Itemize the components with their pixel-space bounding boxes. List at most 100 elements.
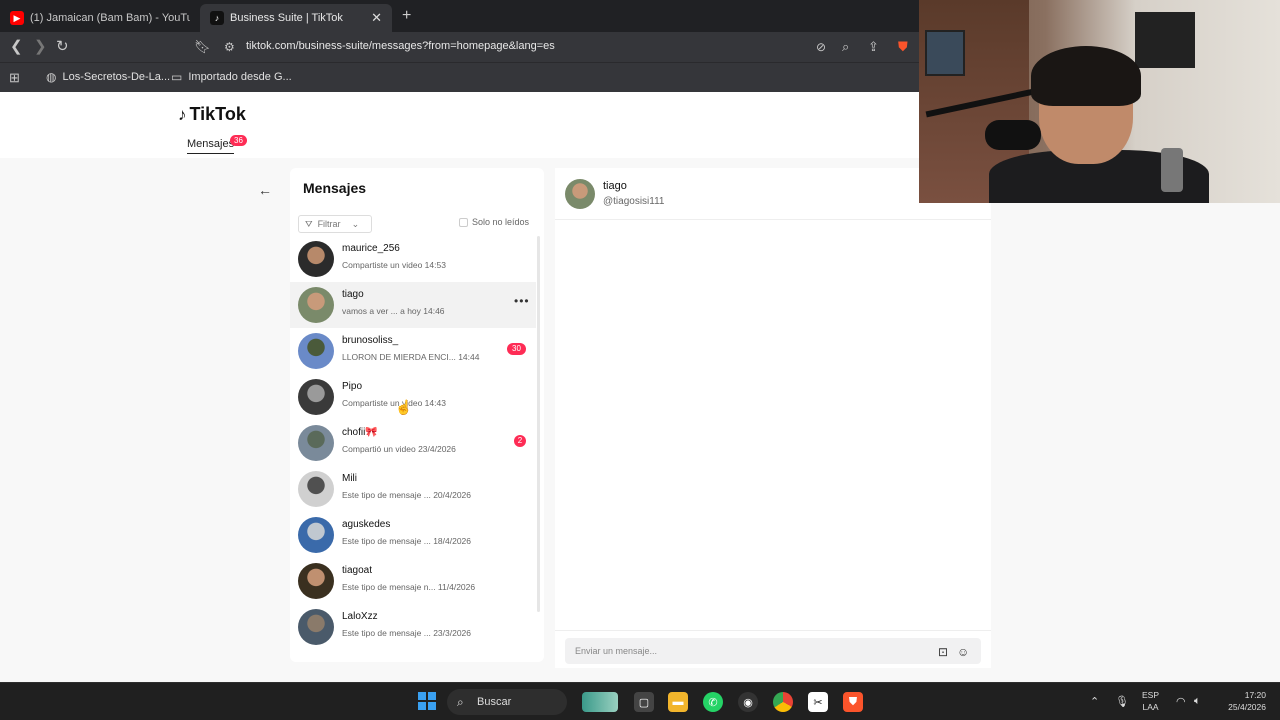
- brave-shield-icon[interactable]: ⛊: [898, 38, 908, 56]
- webcam-overlay: [919, 0, 1280, 203]
- back-icon[interactable]: ❮: [10, 38, 23, 56]
- mouse-cursor-icon: ☝: [395, 399, 413, 415]
- share-icon[interactable]: ⇪: [868, 38, 879, 56]
- chrome-icon[interactable]: [773, 692, 793, 712]
- reload-icon[interactable]: ↻: [56, 38, 69, 56]
- keyboard-layout: LAA: [1142, 702, 1159, 712]
- conversation-name: chofii🎀: [342, 427, 378, 438]
- conversation-name: Mili: [342, 473, 357, 484]
- brave-icon[interactable]: ⛊: [843, 692, 863, 712]
- wifi-icon[interactable]: ◠: [1176, 695, 1186, 708]
- tray-expand-icon[interactable]: ⌃: [1090, 695, 1099, 708]
- conversation-name: brunosoliss_: [342, 335, 399, 346]
- no-tracking-icon[interactable]: ⊘: [816, 38, 826, 56]
- conversation-preview: LLORON DE MIERDA ENCI... 14:44: [342, 352, 480, 362]
- taskbar-search[interactable]: ⌕ Buscar: [447, 689, 567, 715]
- conversation-name: aguskedes: [342, 519, 391, 530]
- youtube-icon: ▶: [10, 11, 24, 25]
- conversation-preview: Compartiste un video 14:53: [342, 260, 446, 270]
- conversation-preview: Este tipo de mensaje ... 18/4/2026: [342, 536, 472, 546]
- language-code: ESP: [1142, 690, 1160, 700]
- avatar: [298, 287, 334, 323]
- search-label: Buscar: [477, 696, 512, 708]
- tab-business-suite[interactable]: ♪ Business Suite | TikTok ✕: [200, 4, 392, 32]
- address-bar[interactable]: tiktok.com/business-suite/messages?from=…: [246, 40, 555, 52]
- whatsapp-icon[interactable]: ✆: [703, 692, 723, 712]
- clock-date: 25/4/2026: [1228, 702, 1266, 712]
- apps-grid-icon[interactable]: ⊞: [9, 69, 20, 87]
- avatar: [298, 379, 334, 415]
- obs-icon[interactable]: ◉: [738, 692, 758, 712]
- avatar: [298, 333, 334, 369]
- site-info-icon[interactable]: ⚙: [224, 38, 235, 56]
- clock-time: 17:20: [1244, 690, 1266, 700]
- message-input[interactable]: Enviar un mensaje...: [565, 638, 981, 664]
- conversation-preview: vamos a ver ... a hoy 14:46: [342, 306, 445, 316]
- nav-messages[interactable]: Mensajes: [187, 138, 235, 154]
- conversation-name: Pipo: [342, 381, 363, 392]
- conversation-preview: Compartiste un video 14:43: [342, 398, 446, 408]
- webcam-person-hair: [1031, 46, 1141, 106]
- file-explorer-icon[interactable]: ▬: [668, 692, 688, 712]
- avatar[interactable]: [565, 179, 595, 209]
- filter-dropdown[interactable]: ⛛ Filtrar ⌄: [298, 215, 372, 233]
- back-arrow-icon[interactable]: ←: [258, 182, 272, 198]
- tiktok-logo[interactable]: ♪ TikTok: [178, 104, 246, 125]
- tiktok-icon: ♪: [178, 104, 187, 124]
- divider: [555, 630, 991, 631]
- bookmark-folder[interactable]: ▭ Importado desde G...: [171, 70, 292, 84]
- webcam-bottle: [1161, 148, 1183, 192]
- bookmark-item[interactable]: ◍ Los-Secretos-De-La...: [46, 70, 170, 84]
- unread-label: Solo no leídos: [472, 217, 530, 227]
- unread-badge: 2: [514, 435, 526, 447]
- panel-title: Mensajes: [303, 180, 367, 196]
- conversations-scrollbar[interactable]: [537, 236, 540, 612]
- conversation-item[interactable]: chofii🎀 Compartió un video 23/4/2026 2: [290, 420, 536, 466]
- forward-icon[interactable]: ❯: [34, 38, 47, 56]
- conversation-item[interactable]: maurice_256 Compartiste un video 14:53: [290, 236, 536, 282]
- avatar: [298, 563, 334, 599]
- microphone-icon[interactable]: 🎙︎: [1115, 695, 1129, 708]
- nav-messages-badge: 36: [230, 135, 247, 146]
- chat-contact-name[interactable]: tiago: [603, 180, 627, 192]
- conversation-item[interactable]: aguskedes Este tipo de mensaje ... 18/4/2…: [290, 512, 536, 558]
- conversation-name: maurice_256: [342, 243, 400, 254]
- unread-only-toggle[interactable]: Solo no leídos: [459, 217, 529, 227]
- conversation-name: tiago: [342, 289, 364, 300]
- unread-checkbox[interactable]: [459, 217, 468, 227]
- capcut-icon[interactable]: ✂: [808, 692, 828, 712]
- bookmark-icon[interactable]: 🔖︎: [194, 38, 211, 56]
- close-tab-icon[interactable]: ✕: [371, 10, 382, 26]
- conversation-item[interactable]: tiago vamos a ver ... a hoy 14:46 •••: [290, 282, 536, 328]
- zoom-icon[interactable]: ⌕: [842, 38, 849, 56]
- widget-icon[interactable]: [582, 692, 618, 712]
- tab-title: (1) Jamaican (Bam Bam) - YouTube: [30, 12, 190, 24]
- search-icon: ⌕: [457, 695, 464, 709]
- conversation-item[interactable]: tiagoat Este tipo de mensaje n... 11/4/20…: [290, 558, 536, 604]
- webcam-tv: [1135, 12, 1195, 68]
- webcam-poster: [925, 30, 965, 76]
- conversation-preview: Este tipo de mensaje ... 23/3/2026: [342, 628, 472, 638]
- system-clock[interactable]: 17:20 25/4/2026: [1216, 689, 1266, 713]
- tab-youtube[interactable]: ▶ (1) Jamaican (Bam Bam) - YouTube: [0, 4, 200, 32]
- task-view-icon[interactable]: ▢: [634, 692, 654, 712]
- avatar: [298, 517, 334, 553]
- bookmark-label: Los-Secretos-De-La...: [62, 71, 171, 83]
- conversation-item[interactable]: Pipo Compartiste un video 14:43: [290, 374, 536, 420]
- conversation-item[interactable]: brunosoliss_ LLORON DE MIERDA ENCI... 14:…: [290, 328, 536, 374]
- globe-icon: ◍: [46, 70, 57, 84]
- windows-start-icon[interactable]: [418, 692, 436, 710]
- conversation-item[interactable]: LaloXzz Este tipo de mensaje ... 23/3/202…: [290, 604, 536, 650]
- language-indicator[interactable]: ESP LAA: [1142, 689, 1159, 713]
- volume-icon[interactable]: 🔈︎: [1194, 695, 1201, 708]
- emoji-icon[interactable]: ☺: [957, 645, 969, 659]
- new-tab-icon[interactable]: +: [402, 7, 411, 25]
- conversation-item[interactable]: Mili Este tipo de mensaje ... 20/4/2026: [290, 466, 536, 512]
- logo-text: TikTok: [189, 104, 246, 124]
- filter-label: Filtrar: [317, 219, 341, 229]
- image-upload-icon[interactable]: ⊡: [938, 645, 948, 659]
- more-options-icon[interactable]: •••: [514, 294, 530, 308]
- conversation-preview: Compartió un video 23/4/2026: [342, 444, 456, 454]
- conversation-name: tiagoat: [342, 565, 373, 576]
- microphone: [985, 120, 1041, 150]
